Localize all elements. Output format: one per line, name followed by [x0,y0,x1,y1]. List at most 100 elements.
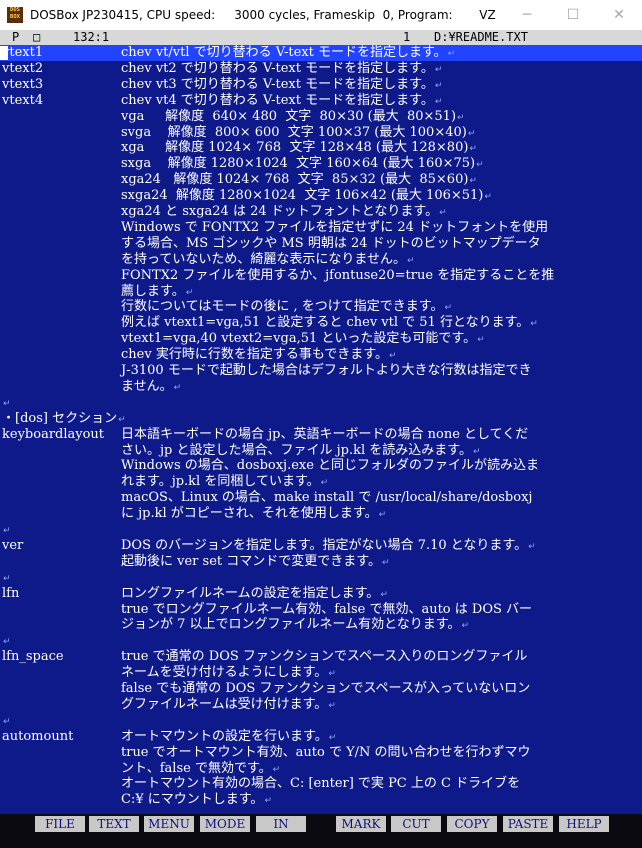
line-text: 起動後に ver set コマンドで変更できます。↵ [121,553,390,569]
dosbox-window: DOS BOX DOSBox JP230415, CPU speed: 3000… [0,0,642,848]
text-line[interactable]: sxga24 解像度 1280×1024 文字 106×42 (最大 106×5… [0,188,642,204]
line-text: ↵ [2,522,11,539]
dosbox-app-icon[interactable]: DOS BOX [7,7,23,23]
text-line[interactable]: ver DOS のバージョンを指定します。指定がない場合 7.10 となります。↵ [0,538,642,554]
return-mark-icon: ↵ [469,176,477,187]
text-line[interactable]: vtext3 chev vt3 で切り替わる V-text モードを指定します。↵ [0,77,642,93]
line-text: FONTX2 ファイルを使用するか、jfontuse20=true を指定するこ… [121,267,555,283]
fkey-help-button[interactable]: HELP [559,816,609,832]
line-text: れます。jp.kl を同梱しています。↵ [121,474,329,490]
text-line[interactable]: lfn_space true で通常の DOS ファンクションでスペース入りのロン… [0,649,642,665]
return-mark-icon: ↵ [328,669,336,680]
text-line[interactable]: する場合、MS ゴシックや MS 明朝は 24 ドットのビットマップデータ [0,236,642,252]
text-line[interactable]: chev 実行時に行数を指定する事もできます。↵ [0,347,642,363]
return-mark-icon: ↵ [434,64,443,75]
setting-key: vtext3 [2,76,44,92]
setting-key: ver [2,537,24,553]
return-mark-icon: ↵ [272,764,281,775]
fkey-copy-button[interactable]: COPY [447,816,497,832]
return-mark-icon: ↵ [173,382,182,393]
text-line[interactable]: false でも通常の DOS ファンクションでスペースが入っていないロン [0,681,642,697]
line-text: true でオートマウント有効、auto で Y/N の問い合わせを行わずマウ [121,744,531,760]
text-line[interactable]: xga24 と sxga24 は 24 ドットフォントとなります。↵ [0,204,642,220]
line-text: に jp.kl がコピーされ、それを使用します。↵ [121,506,387,522]
return-mark-icon: ↵ [328,732,337,743]
text-line[interactable]: 行数についてはモードの後に , をつけて指定できます。↵ [0,299,642,315]
text-line[interactable]: true でロングファイルネーム有効、false で無効、auto は DOS … [0,602,642,618]
status-box-indicator: □ [33,30,41,44]
text-line[interactable]: ↵ [0,713,642,729]
text-line[interactable]: オートマウント有効の場合、C: [enter] で実 PC 上の C ドライブを [0,776,642,792]
text-line[interactable]: ↵ [0,522,642,538]
text-line[interactable]: FONTX2 ファイルを使用するか、jfontuse20=true を指定するこ… [0,268,642,284]
maximize-button[interactable]: ☐ [550,0,596,30]
line-text: さい。jp と設定した場合、ファイル jp.kl を読み込みます。↵ [121,442,481,458]
fkey-mode-button[interactable]: MODE [200,816,250,832]
line-text: オートマウントの設定を行います。↵ [121,728,337,744]
text-line[interactable]: true でオートマウント有効、auto で Y/N の問い合わせを行わずマウ [0,745,642,761]
line-text: xga24 解像度 1024× 768 文字 85×32 (最大 85×60)↵ [121,172,477,188]
setting-key: vtext2 [2,60,44,76]
text-line[interactable]: ジョンが 7 以上でロングファイルネーム有効となります。↵ [0,617,642,633]
text-line[interactable]: 例えば vtext1=vga,51 と設定すると chev vtl で 51 行… [0,315,642,331]
return-mark-icon: ↵ [469,144,477,155]
return-mark-icon: ↵ [118,414,126,425]
text-line[interactable]: J-3100 モードで起動した場合はデフォルトより大きな行数は指定でき [0,363,642,379]
text-line[interactable]: xga 解像度 1024× 768 文字 128×48 (最大 128×80)↵ [0,140,642,156]
line-text: 行数についてはモードの後に , をつけて指定できます。↵ [121,299,452,315]
fkey-paste-button[interactable]: PASTE [503,816,553,832]
title-bar[interactable]: DOS BOX DOSBox JP230415, CPU speed: 3000… [0,0,642,31]
text-line[interactable]: ↵ [0,395,642,411]
text-line[interactable]: ント、false で無効です。↵ [0,761,642,777]
text-line[interactable]: ネームを受け付けるようにします。↵ [0,665,642,681]
text-line[interactable]: ・[dos] セクション↵ [0,411,642,427]
fkey-in-button[interactable]: IN [256,816,306,832]
text-line[interactable]: を持っていないため、綺麗な表示になりません。↵ [0,252,642,268]
line-text: ネームを受け付けるようにします。↵ [121,665,336,681]
text-line[interactable]: svga 解像度 800× 600 文字 100×37 (最大 100×40)↵ [0,125,642,141]
fkey-menu-button[interactable]: MENU [144,816,194,832]
fkey-file-button[interactable]: FILE [35,816,85,832]
return-mark-icon: ↵ [484,192,492,203]
text-line[interactable]: vga 解像度 640× 480 文字 80×30 (最大 80×51)↵ [0,109,642,125]
line-text: vtext1=vga,40 vtext2=vga,51 といった設定も可能です。… [121,331,485,347]
text-line[interactable]: さい。jp と設定した場合、ファイル jp.kl を読み込みます。↵ [0,443,642,459]
text-line[interactable]: に jp.kl がコピーされ、それを使用します。↵ [0,506,642,522]
return-mark-icon: ↵ [389,351,397,362]
fkey-text-button[interactable]: TEXT [89,816,139,832]
text-line[interactable]: automount オートマウントの設定を行います。↵ [0,729,642,745]
close-button[interactable]: ✕ [596,0,642,30]
return-mark-icon: ↵ [381,557,390,568]
text-line[interactable]: れます。jp.kl を同梱しています。↵ [0,474,642,490]
text-line[interactable]: vtext4 chev vt4 で切り替わる V-text モードを指定します。↵ [0,93,642,109]
return-mark-icon: ↵ [434,80,443,91]
fkey-cut-button[interactable]: CUT [391,816,441,832]
minimize-button[interactable]: ─ [504,0,550,30]
return-mark-icon: ↵ [439,208,447,218]
setting-key: lfn [2,585,20,601]
text-line[interactable]: グファイルネームは受け付けます。↵ [0,697,642,713]
text-line[interactable]: sxga 解像度 1280×1024 文字 160×64 (最大 160×75)… [0,156,642,172]
return-mark-icon: ↵ [328,700,336,711]
current-line[interactable]: vtext1 chev vt/vtl で切り替わる V-text モードを指定しま… [0,45,642,61]
text-line[interactable]: 薦します。↵ [0,284,642,300]
text-line[interactable]: xga24 解像度 1024× 768 文字 85×32 (最大 85×60)↵ [0,172,642,188]
text-line[interactable]: ↵ [0,633,642,649]
text-line[interactable]: vtext2 chev vt2 で切り替わる V-text モードを指定します。↵ [0,61,642,77]
text-line[interactable]: Windows で FONTX2 ファイルを指定せずに 24 ドットフォントを使… [0,220,642,236]
text-line[interactable]: keyboardlayout 日本語キーボードの場合 jp、英語キーボードの場合 … [0,427,642,443]
text-line[interactable]: Windows の場合、dosboxj.exe と同じフォルダのファイルが読み込… [0,458,642,474]
text-line[interactable]: 起動後に ver set コマンドで変更できます。↵ [0,554,642,570]
setting-key: vtext4 [2,92,44,108]
text-line[interactable]: macOS、Linux の場合、make install で /usr/loca… [0,490,642,506]
line-text: グファイルネームは受け付けます。↵ [121,696,336,712]
text-line[interactable]: lfn ロングファイルネームの設定を指定します。↵ [0,586,642,602]
editor-console[interactable]: P □ 132:1 1 D:¥README.TXT vtext1 chev vt/… [0,30,642,817]
text-line[interactable]: C:¥ にマウントします。↵ [0,792,642,808]
text-line[interactable]: vtext1=vga,40 vtext2=vga,51 といった設定も可能です。… [0,331,642,347]
return-mark-icon: ↵ [3,637,11,648]
text-line[interactable]: ↵ [0,570,642,586]
text-line[interactable]: ません。↵ [0,379,642,395]
setting-key: lfn_space [2,649,64,665]
fkey-mark-button[interactable]: MARK [336,816,386,832]
